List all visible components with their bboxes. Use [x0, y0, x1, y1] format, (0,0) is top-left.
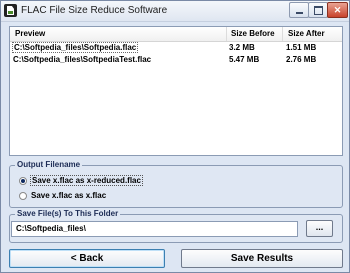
flac-file-icon — [4, 4, 17, 17]
title-bar: FLAC File Size Reduce Software ✕ — [1, 1, 349, 22]
browse-button[interactable]: ... — [306, 220, 333, 237]
minimize-button[interactable] — [289, 2, 309, 18]
close-icon: ✕ — [333, 4, 342, 15]
column-header-preview[interactable]: Preview — [15, 29, 45, 38]
option-reduced-name[interactable]: Save x.flac as x-reduced.flac — [19, 175, 143, 186]
file-list[interactable]: Preview Size Before Size After C:\Softpe… — [9, 26, 343, 156]
output-filename-title: Output Filename — [15, 160, 83, 169]
window-title: FLAC File Size Reduce Software — [21, 5, 168, 16]
folder-path-input[interactable]: C:\Softpedia_files\ — [11, 221, 298, 237]
close-button[interactable]: ✕ — [327, 2, 348, 18]
maximize-icon — [313, 5, 323, 15]
size-before: 3.2 MB — [229, 43, 255, 52]
list-header: Preview Size Before Size After — [10, 27, 342, 42]
list-item[interactable]: C:\Softpedia_files\Softpedia.flac 3.2 MB… — [10, 42, 342, 54]
file-path: C:\Softpedia_files\Softpedia.flac — [11, 42, 139, 53]
list-item[interactable]: C:\Softpedia_files\SoftpediaTest.flac 5.… — [10, 54, 342, 66]
size-after: 1.51 MB — [286, 43, 317, 52]
save-folder-title: Save File(s) To This Folder — [15, 209, 121, 218]
option-label: Save x.flac as x-reduced.flac — [30, 175, 143, 186]
column-header-size-before[interactable]: Size Before — [231, 29, 275, 38]
option-label: Save x.flac as x.flac — [31, 191, 107, 200]
size-before: 5.47 MB — [229, 55, 260, 64]
option-same-name[interactable]: Save x.flac as x.flac — [19, 191, 106, 200]
column-header-size-after[interactable]: Size After — [288, 29, 325, 38]
radio-button[interactable] — [19, 191, 27, 200]
radio-button[interactable] — [19, 176, 27, 185]
save-results-button[interactable]: Save Results — [181, 249, 343, 268]
minimize-icon — [295, 12, 303, 14]
file-path: C:\Softpedia_files\SoftpediaTest.flac — [13, 55, 152, 64]
app-window: FLAC File Size Reduce Software ✕ Preview… — [0, 0, 350, 273]
back-button[interactable]: < Back — [9, 249, 165, 268]
output-filename-group: Output Filename Save x.flac as x-reduced… — [9, 160, 343, 208]
maximize-button[interactable] — [308, 2, 328, 18]
size-after: 2.76 MB — [286, 55, 317, 64]
